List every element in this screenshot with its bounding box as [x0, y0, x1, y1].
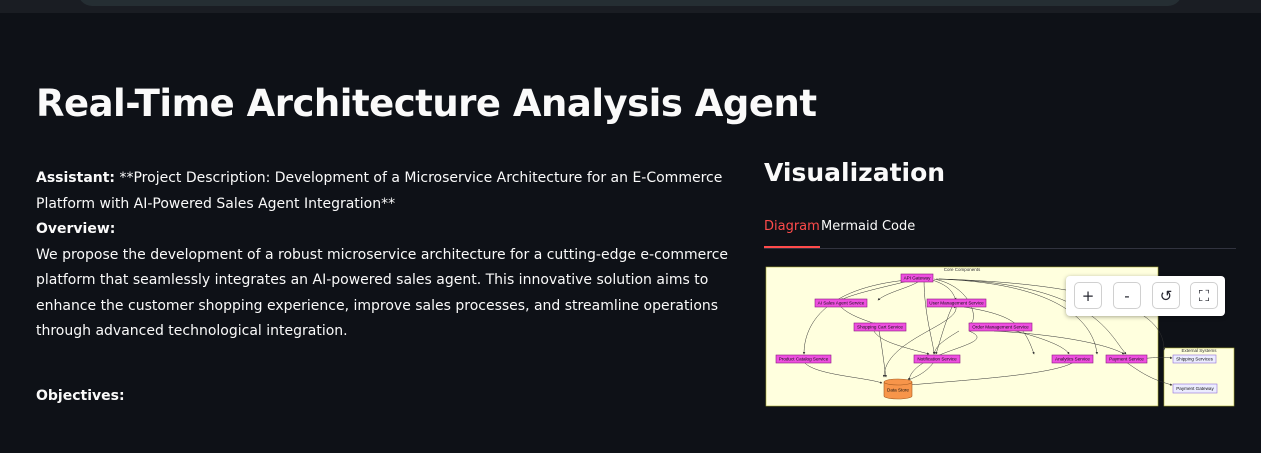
svg-text:User Management Service: User Management Service — [929, 301, 984, 306]
svg-text:Payment Service: Payment Service — [1109, 357, 1144, 362]
project-description: **Project Description: Development of a … — [36, 170, 723, 212]
svg-text:Product Catalog Service: Product Catalog Service — [779, 357, 829, 362]
page-title: Real-Time Architecture Analysis Agent — [36, 82, 817, 125]
svg-text:Shipping Services: Shipping Services — [1176, 357, 1213, 362]
node-api-gateway[interactable]: API Gateway — [900, 273, 934, 283]
fullscreen-icon[interactable]: ⛶ — [1190, 282, 1218, 309]
reset-icon[interactable]: ↺ — [1152, 282, 1180, 309]
node-shopping-cart[interactable]: Shopping Cart Service — [853, 322, 907, 332]
svg-text:Notification Service: Notification Service — [917, 357, 957, 362]
svg-text:AI Sales Agent Service: AI Sales Agent Service — [818, 301, 865, 306]
node-product-catalog[interactable]: Product Catalog Service — [775, 354, 832, 364]
external-systems-label: External Systems — [1181, 348, 1217, 353]
visualization-title: Visualization — [764, 158, 946, 187]
node-data-store[interactable]: Data Store — [883, 378, 913, 400]
node-shipping[interactable]: Shipping Services — [1172, 354, 1217, 364]
overview-text: We propose the development of a robust m… — [36, 246, 729, 340]
plus-icon[interactable]: + — [1074, 282, 1102, 309]
tab-mermaid-code[interactable]: Mermaid Code — [821, 216, 915, 246]
minus-icon[interactable]: - — [1113, 282, 1141, 309]
svg-text:API Gateway: API Gateway — [904, 276, 932, 281]
svg-text:Data Store: Data Store — [887, 388, 909, 393]
top-header-pill — [78, 0, 1182, 6]
svg-text:Analytics Service: Analytics Service — [1055, 357, 1090, 362]
node-notification[interactable]: Notification Service — [913, 354, 961, 364]
core-components-label: Core Components — [944, 267, 981, 272]
svg-text:Order Management Service: Order Management Service — [972, 325, 1029, 330]
node-payment-gateway[interactable]: Payment Gateway — [1172, 383, 1218, 394]
svg-text:Payment Gateway: Payment Gateway — [1176, 386, 1214, 391]
node-analytics[interactable]: Analytics Service — [1051, 354, 1094, 364]
diagram-zoom-controls: + - ↺ ⛶ — [1066, 276, 1225, 316]
node-ai-sales-agent[interactable]: AI Sales Agent Service — [814, 298, 868, 308]
overview-heading: Overview: — [36, 221, 116, 237]
assistant-message: Assistant: **Project Description: Develo… — [36, 166, 748, 345]
tab-diagram[interactable]: Diagram — [764, 216, 820, 248]
svg-text:Shopping Cart Service: Shopping Cart Service — [857, 325, 903, 330]
assistant-intro: Assistant: **Project Description: Develo… — [36, 166, 748, 217]
visualization-tabs: Diagram Mermaid Code — [764, 216, 1236, 249]
node-order-management[interactable]: Order Management Service — [968, 322, 1033, 332]
node-payment[interactable]: Payment Service — [1105, 354, 1148, 364]
objectives-heading: Objectives: — [36, 388, 125, 404]
top-header-bar — [0, 0, 1261, 13]
node-user-management[interactable]: User Management Service — [926, 298, 987, 308]
assistant-label: Assistant: — [36, 170, 116, 186]
